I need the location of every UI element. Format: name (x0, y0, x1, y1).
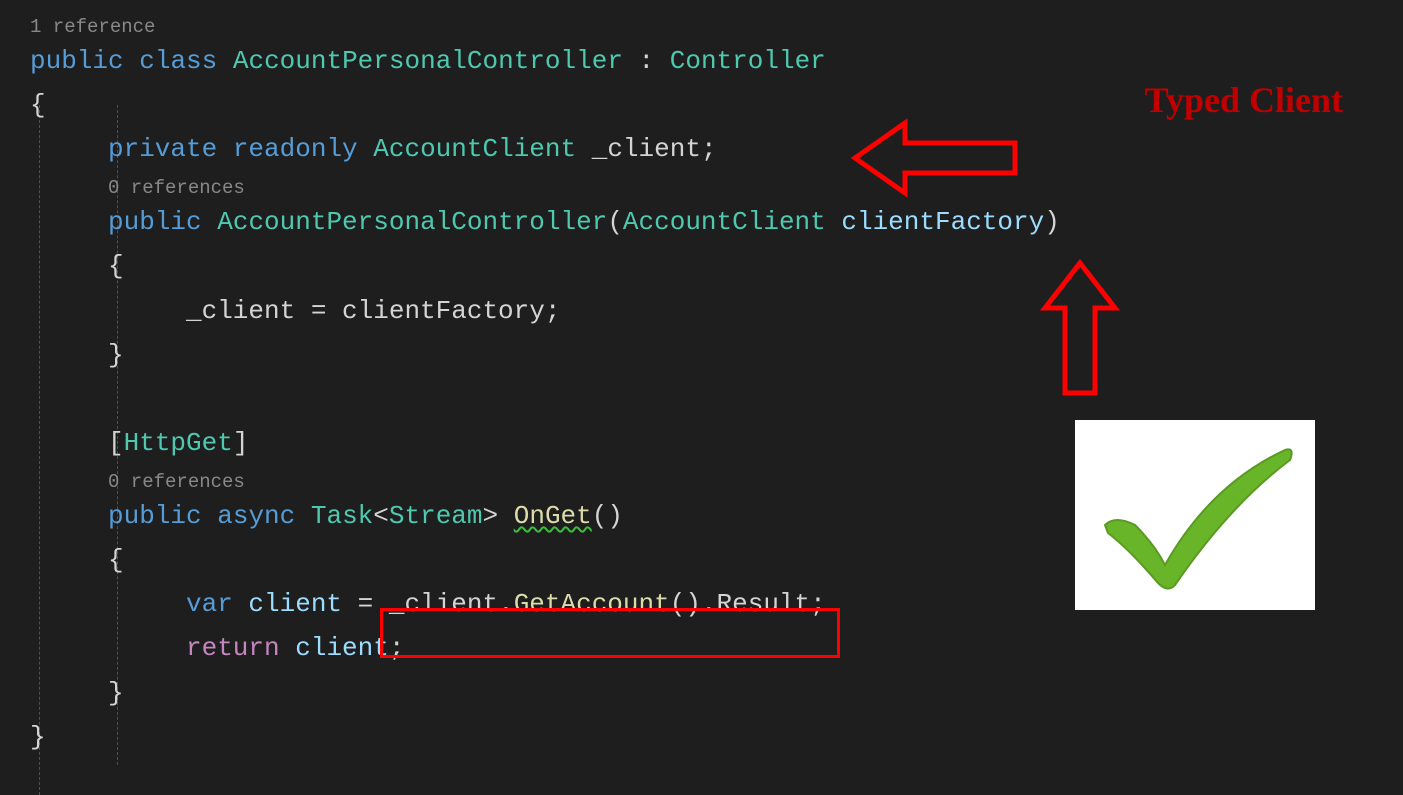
param-type: AccountClient (623, 207, 826, 237)
brace: } (30, 333, 1403, 377)
arrow-left-icon (850, 118, 1020, 213)
brace: } (30, 715, 1403, 759)
keyword-async: async (217, 501, 295, 531)
assignment-statement: _client = clientFactory; (30, 289, 1403, 333)
constructor-declaration: public AccountPersonalController(Account… (30, 200, 1403, 244)
class-name: AccountPersonalController (233, 46, 623, 76)
codelens-reference[interactable]: 1 reference (30, 10, 1403, 39)
method-name: OnGet (514, 501, 592, 531)
highlight-box (380, 608, 840, 658)
base-class: Controller (670, 46, 826, 76)
keyword-class: class (139, 46, 217, 76)
keyword-private: private (108, 134, 217, 164)
field-type: AccountClient (373, 134, 576, 164)
return-type: Task (311, 501, 373, 531)
keyword-public: public (30, 46, 124, 76)
attribute-name: HttpGet (124, 428, 233, 458)
local-name: client (248, 589, 342, 619)
colon: : (623, 46, 670, 76)
keyword-public: public (108, 501, 202, 531)
brace: { (30, 244, 1403, 288)
codelens-reference[interactable]: 0 references (30, 171, 1403, 200)
keyword-var: var (186, 589, 233, 619)
generic-type: Stream (389, 501, 483, 531)
checkmark-icon (1075, 420, 1315, 610)
blank-line (30, 377, 1403, 421)
annotation-title: Typed Client (1145, 70, 1343, 131)
keyword-return: return (186, 633, 280, 663)
field-name: _client (592, 134, 701, 164)
field-declaration: private readonly AccountClient _client; (30, 127, 1403, 171)
constructor-name: AccountPersonalController (217, 207, 607, 237)
brace: } (30, 671, 1403, 715)
keyword-readonly: readonly (233, 134, 358, 164)
arrow-up-icon (1040, 258, 1120, 413)
keyword-public: public (108, 207, 202, 237)
